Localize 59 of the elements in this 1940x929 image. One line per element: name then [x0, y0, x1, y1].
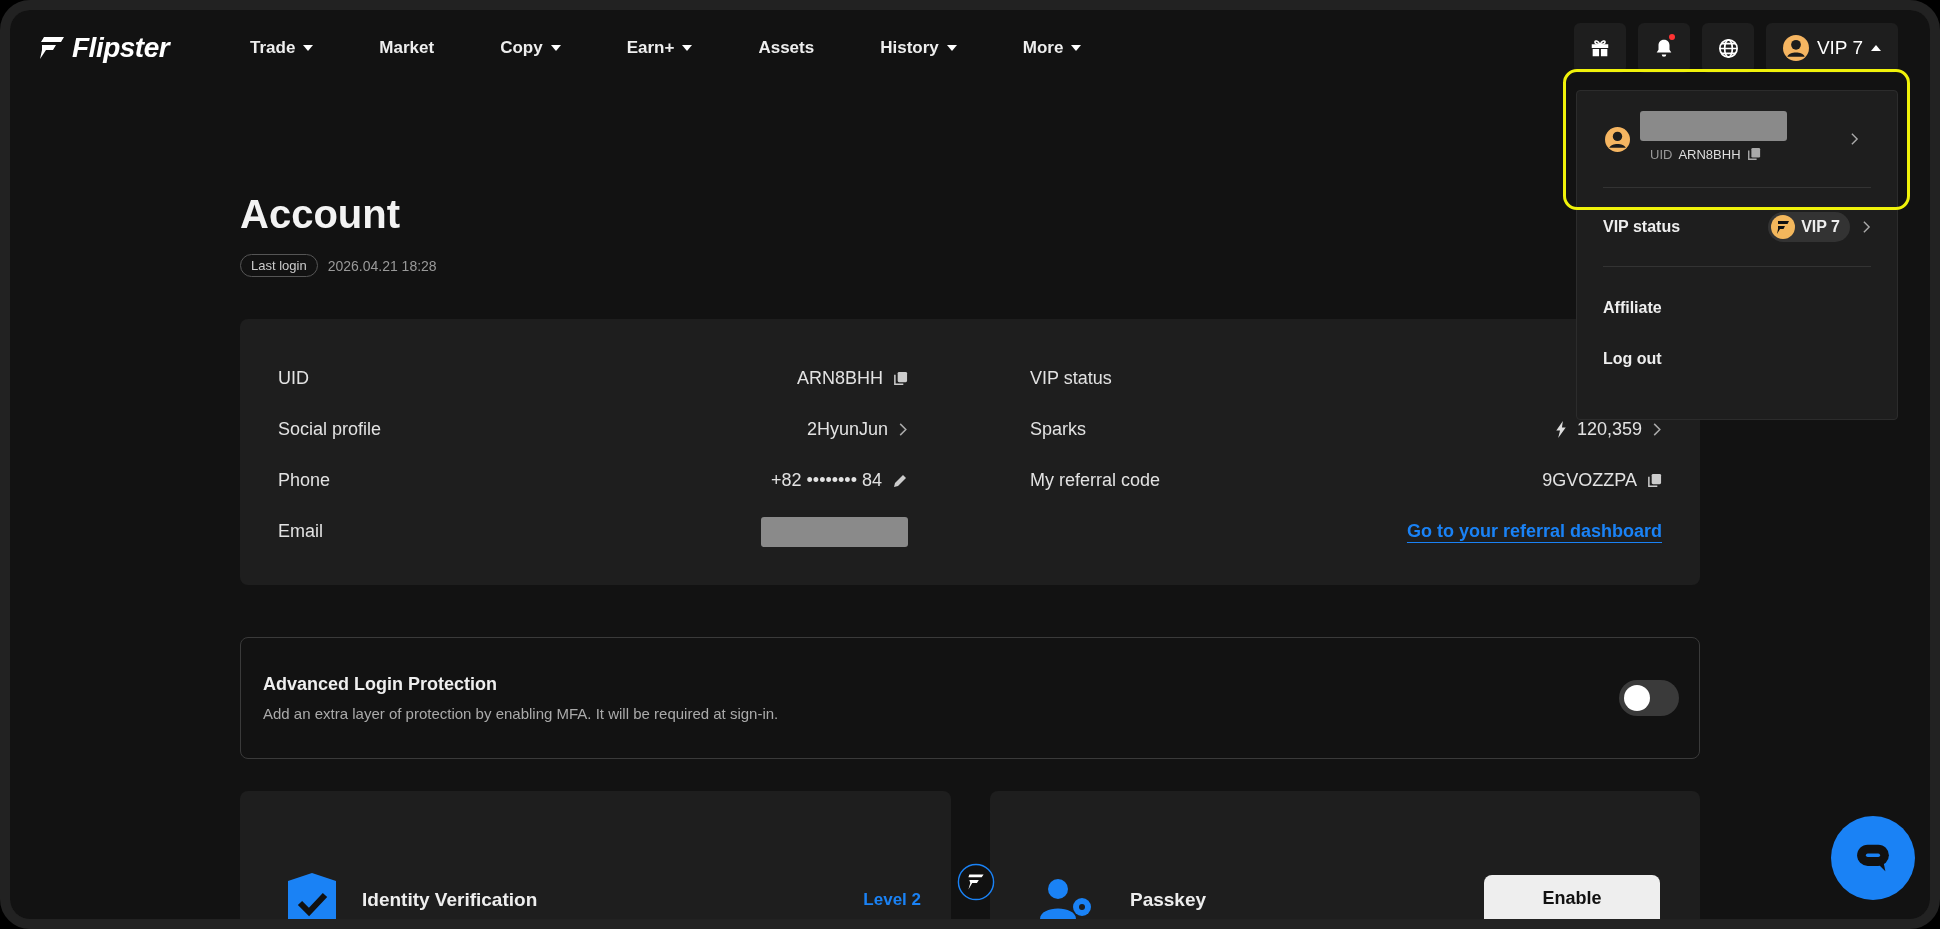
vip-status-menu-item[interactable]: VIP status VIP 7 — [1603, 188, 1871, 266]
chevron-right-icon[interactable] — [1652, 422, 1662, 437]
copy-icon[interactable] — [1647, 473, 1662, 488]
copy-icon[interactable] — [893, 371, 908, 386]
field-label: VIP status — [1030, 368, 1112, 389]
card-title: Advanced Login Protection — [263, 674, 499, 695]
field-value: +82 •••••••• 84 — [771, 470, 882, 491]
nav-menu-item[interactable]: Copy — [500, 32, 561, 64]
nav-menu-item[interactable]: More — [1022, 32, 1082, 64]
notification-button[interactable] — [1638, 23, 1690, 73]
nav-menu-item[interactable]: Trade — [250, 32, 314, 64]
card-title: Identity Verification — [362, 889, 539, 911]
field-label: My referral code — [1030, 470, 1161, 491]
field-label: Sparks — [1030, 419, 1087, 440]
gift-button[interactable] — [1574, 23, 1626, 73]
field-value: 120,359 — [1576, 419, 1642, 440]
flipster-logo[interactable]: Flipster — [40, 32, 196, 64]
card-title: Passkey — [1130, 889, 1208, 911]
level-label: Level 2 — [863, 890, 921, 910]
toggle-switch[interactable] — [1619, 680, 1679, 716]
field-label: Social profile — [278, 419, 382, 440]
nav-menu-item[interactable]: History — [880, 32, 957, 64]
uid-value: ARN8BHH — [1678, 146, 1741, 162]
globe-icon — [1716, 36, 1740, 60]
nav-menu-item[interactable]: Earn+ — [626, 32, 693, 64]
chevron-right-icon — [1862, 220, 1871, 234]
menu-item[interactable]: Affiliate — [1603, 282, 1662, 333]
nav-menu-item[interactable]: Market — [379, 32, 435, 64]
logo-icon — [957, 863, 995, 901]
avatar-icon — [1782, 35, 1809, 61]
field-label: Email — [278, 521, 323, 542]
referral-dashboard-link[interactable]: Go to your referral dashboard — [1406, 521, 1662, 542]
nav-menu-item[interactable]: Assets — [758, 32, 815, 64]
field-label: UID — [278, 368, 309, 389]
chat-bubble-icon — [1855, 843, 1891, 873]
field-label: Phone — [278, 470, 331, 491]
enable-button[interactable]: Enable — [1484, 875, 1660, 919]
shield-check-icon — [288, 873, 336, 919]
field-value: ARN8BHH — [796, 368, 883, 389]
profile-menu-item[interactable]: UID ARN8BHH — [1603, 91, 1871, 187]
vip-badge: VIP 7 — [1768, 212, 1850, 242]
page-title: Account — [240, 191, 400, 238]
field-value: 9GVOZZPA — [1542, 470, 1637, 491]
gift-icon — [1589, 37, 1611, 59]
logo-icon — [40, 37, 64, 59]
lightning-icon — [1554, 421, 1567, 438]
account-menu-button[interactable]: VIP 7 — [1766, 23, 1898, 73]
uid-label: UID — [1650, 146, 1673, 162]
avatar-icon — [1605, 126, 1630, 152]
language-button[interactable] — [1702, 23, 1754, 73]
last-login-time: 2026.04.21 18:28 — [327, 257, 437, 274]
pencil-icon[interactable] — [892, 472, 908, 489]
chevron-right-icon — [1850, 132, 1859, 146]
chevron-right-icon[interactable] — [898, 422, 908, 437]
menu-item[interactable]: Log out — [1603, 333, 1662, 384]
field-value: 2HyunJun — [806, 419, 888, 440]
copy-icon[interactable] — [1746, 147, 1761, 161]
vip-status-label: VIP status — [1603, 218, 1682, 236]
card-description: Add an extra layer of protection by enabling MFA. It will be required at sign-in. — [263, 705, 779, 722]
